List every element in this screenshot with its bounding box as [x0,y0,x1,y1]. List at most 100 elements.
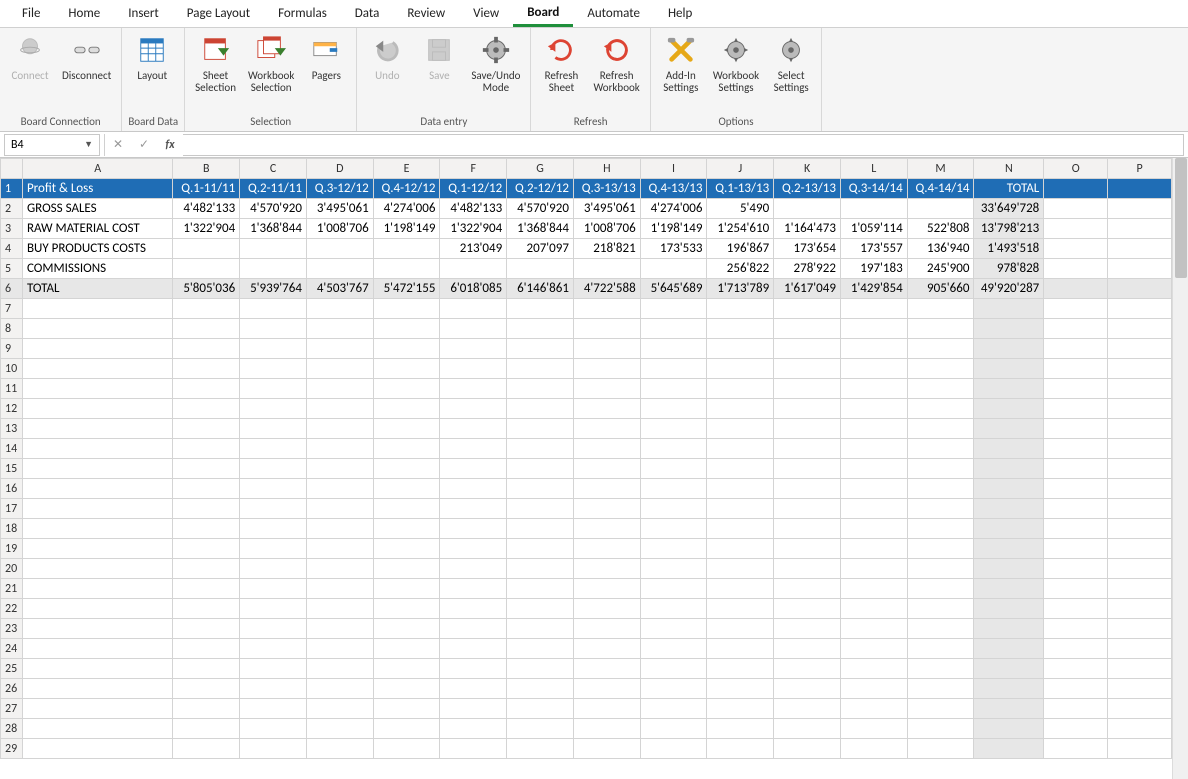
cell[interactable] [1044,479,1108,499]
cell[interactable]: Q.3-13/13 [573,179,640,199]
cell[interactable] [774,679,841,699]
cell[interactable] [173,659,240,679]
tab-insert[interactable]: Insert [114,0,173,27]
cell[interactable] [240,399,307,419]
col-header-M[interactable]: M [907,159,974,179]
row-header-21[interactable]: 21 [1,579,23,599]
row-header-19[interactable]: 19 [1,539,23,559]
cell[interactable] [1108,739,1172,759]
cell[interactable] [373,539,440,559]
cell[interactable] [573,319,640,339]
cell[interactable] [1108,519,1172,539]
cell[interactable] [707,399,774,419]
cell[interactable] [840,459,907,479]
cell[interactable] [840,519,907,539]
su-mode-button[interactable]: Save/UndoMode [467,32,524,96]
cell[interactable] [373,719,440,739]
cell[interactable]: 213'049 [440,239,507,259]
row-header-7[interactable]: 7 [1,299,23,319]
cell[interactable] [440,379,507,399]
cell[interactable] [1108,659,1172,679]
cell[interactable] [373,319,440,339]
cell[interactable] [707,419,774,439]
cell[interactable] [640,379,707,399]
cell[interactable]: 1'164'473 [774,219,841,239]
cell[interactable] [974,339,1044,359]
cell[interactable] [306,659,373,679]
cell[interactable] [440,619,507,639]
cell[interactable] [707,319,774,339]
col-header-G[interactable]: G [507,159,574,179]
cell[interactable] [640,359,707,379]
cell[interactable] [22,679,173,699]
cell[interactable] [173,319,240,339]
cell[interactable] [507,559,574,579]
row-header-11[interactable]: 11 [1,379,23,399]
cell[interactable] [573,599,640,619]
cell[interactable] [240,719,307,739]
tab-home[interactable]: Home [54,0,114,27]
cell[interactable]: 173'533 [640,239,707,259]
cell[interactable] [240,639,307,659]
row-header-12[interactable]: 12 [1,399,23,419]
cell[interactable] [173,519,240,539]
cell[interactable]: Profit & Loss [22,179,173,199]
cell[interactable] [507,319,574,339]
cell[interactable] [1108,199,1172,219]
row-header-13[interactable]: 13 [1,419,23,439]
scrollbar-thumb[interactable] [1175,158,1187,278]
cell[interactable] [240,479,307,499]
cell[interactable] [22,459,173,479]
cell[interactable] [573,739,640,759]
cell[interactable] [306,479,373,499]
cell[interactable] [240,319,307,339]
disconnect-button[interactable]: Disconnect [58,32,115,84]
cell[interactable] [173,719,240,739]
cell[interactable] [774,659,841,679]
cell[interactable] [22,439,173,459]
cell[interactable] [573,659,640,679]
cell[interactable] [440,579,507,599]
cell[interactable] [840,299,907,319]
cell[interactable] [173,439,240,459]
cell[interactable] [1044,319,1108,339]
col-header-B[interactable]: B [173,159,240,179]
cell[interactable] [640,319,707,339]
row-header-6[interactable]: 6 [1,279,23,299]
cell[interactable]: 49'920'287 [974,279,1044,299]
cell[interactable] [707,299,774,319]
cell[interactable]: 1'322'904 [440,219,507,239]
cell[interactable] [974,419,1044,439]
cell[interactable] [22,619,173,639]
row-header-26[interactable]: 26 [1,679,23,699]
cell[interactable] [373,499,440,519]
cell[interactable]: 4'570'920 [507,199,574,219]
cell[interactable] [774,379,841,399]
col-header-P[interactable]: P [1108,159,1172,179]
col-header-H[interactable]: H [573,159,640,179]
col-header-J[interactable]: J [707,159,774,179]
cell[interactable] [240,499,307,519]
cell[interactable] [1108,339,1172,359]
cell[interactable]: 4'482'133 [173,199,240,219]
cell[interactable] [974,599,1044,619]
cell[interactable]: 1'713'789 [707,279,774,299]
cell[interactable] [974,319,1044,339]
cell[interactable]: TOTAL [22,279,173,299]
cell[interactable] [507,659,574,679]
cell[interactable] [1108,619,1172,639]
cell[interactable] [440,419,507,439]
cell[interactable] [240,359,307,379]
cell[interactable]: Q.3-12/12 [306,179,373,199]
cell[interactable] [707,519,774,539]
cell[interactable]: 5'472'155 [373,279,440,299]
cell[interactable] [22,319,173,339]
row-header-20[interactable]: 20 [1,559,23,579]
cell[interactable] [1108,419,1172,439]
cell[interactable]: Q.4-12/12 [373,179,440,199]
row-header-9[interactable]: 9 [1,339,23,359]
cell[interactable] [306,319,373,339]
spreadsheet[interactable]: ABCDEFGHIJKLMNOP1Profit & LossQ.1-11/11Q… [0,158,1172,759]
cell[interactable] [907,559,974,579]
cell[interactable] [707,479,774,499]
